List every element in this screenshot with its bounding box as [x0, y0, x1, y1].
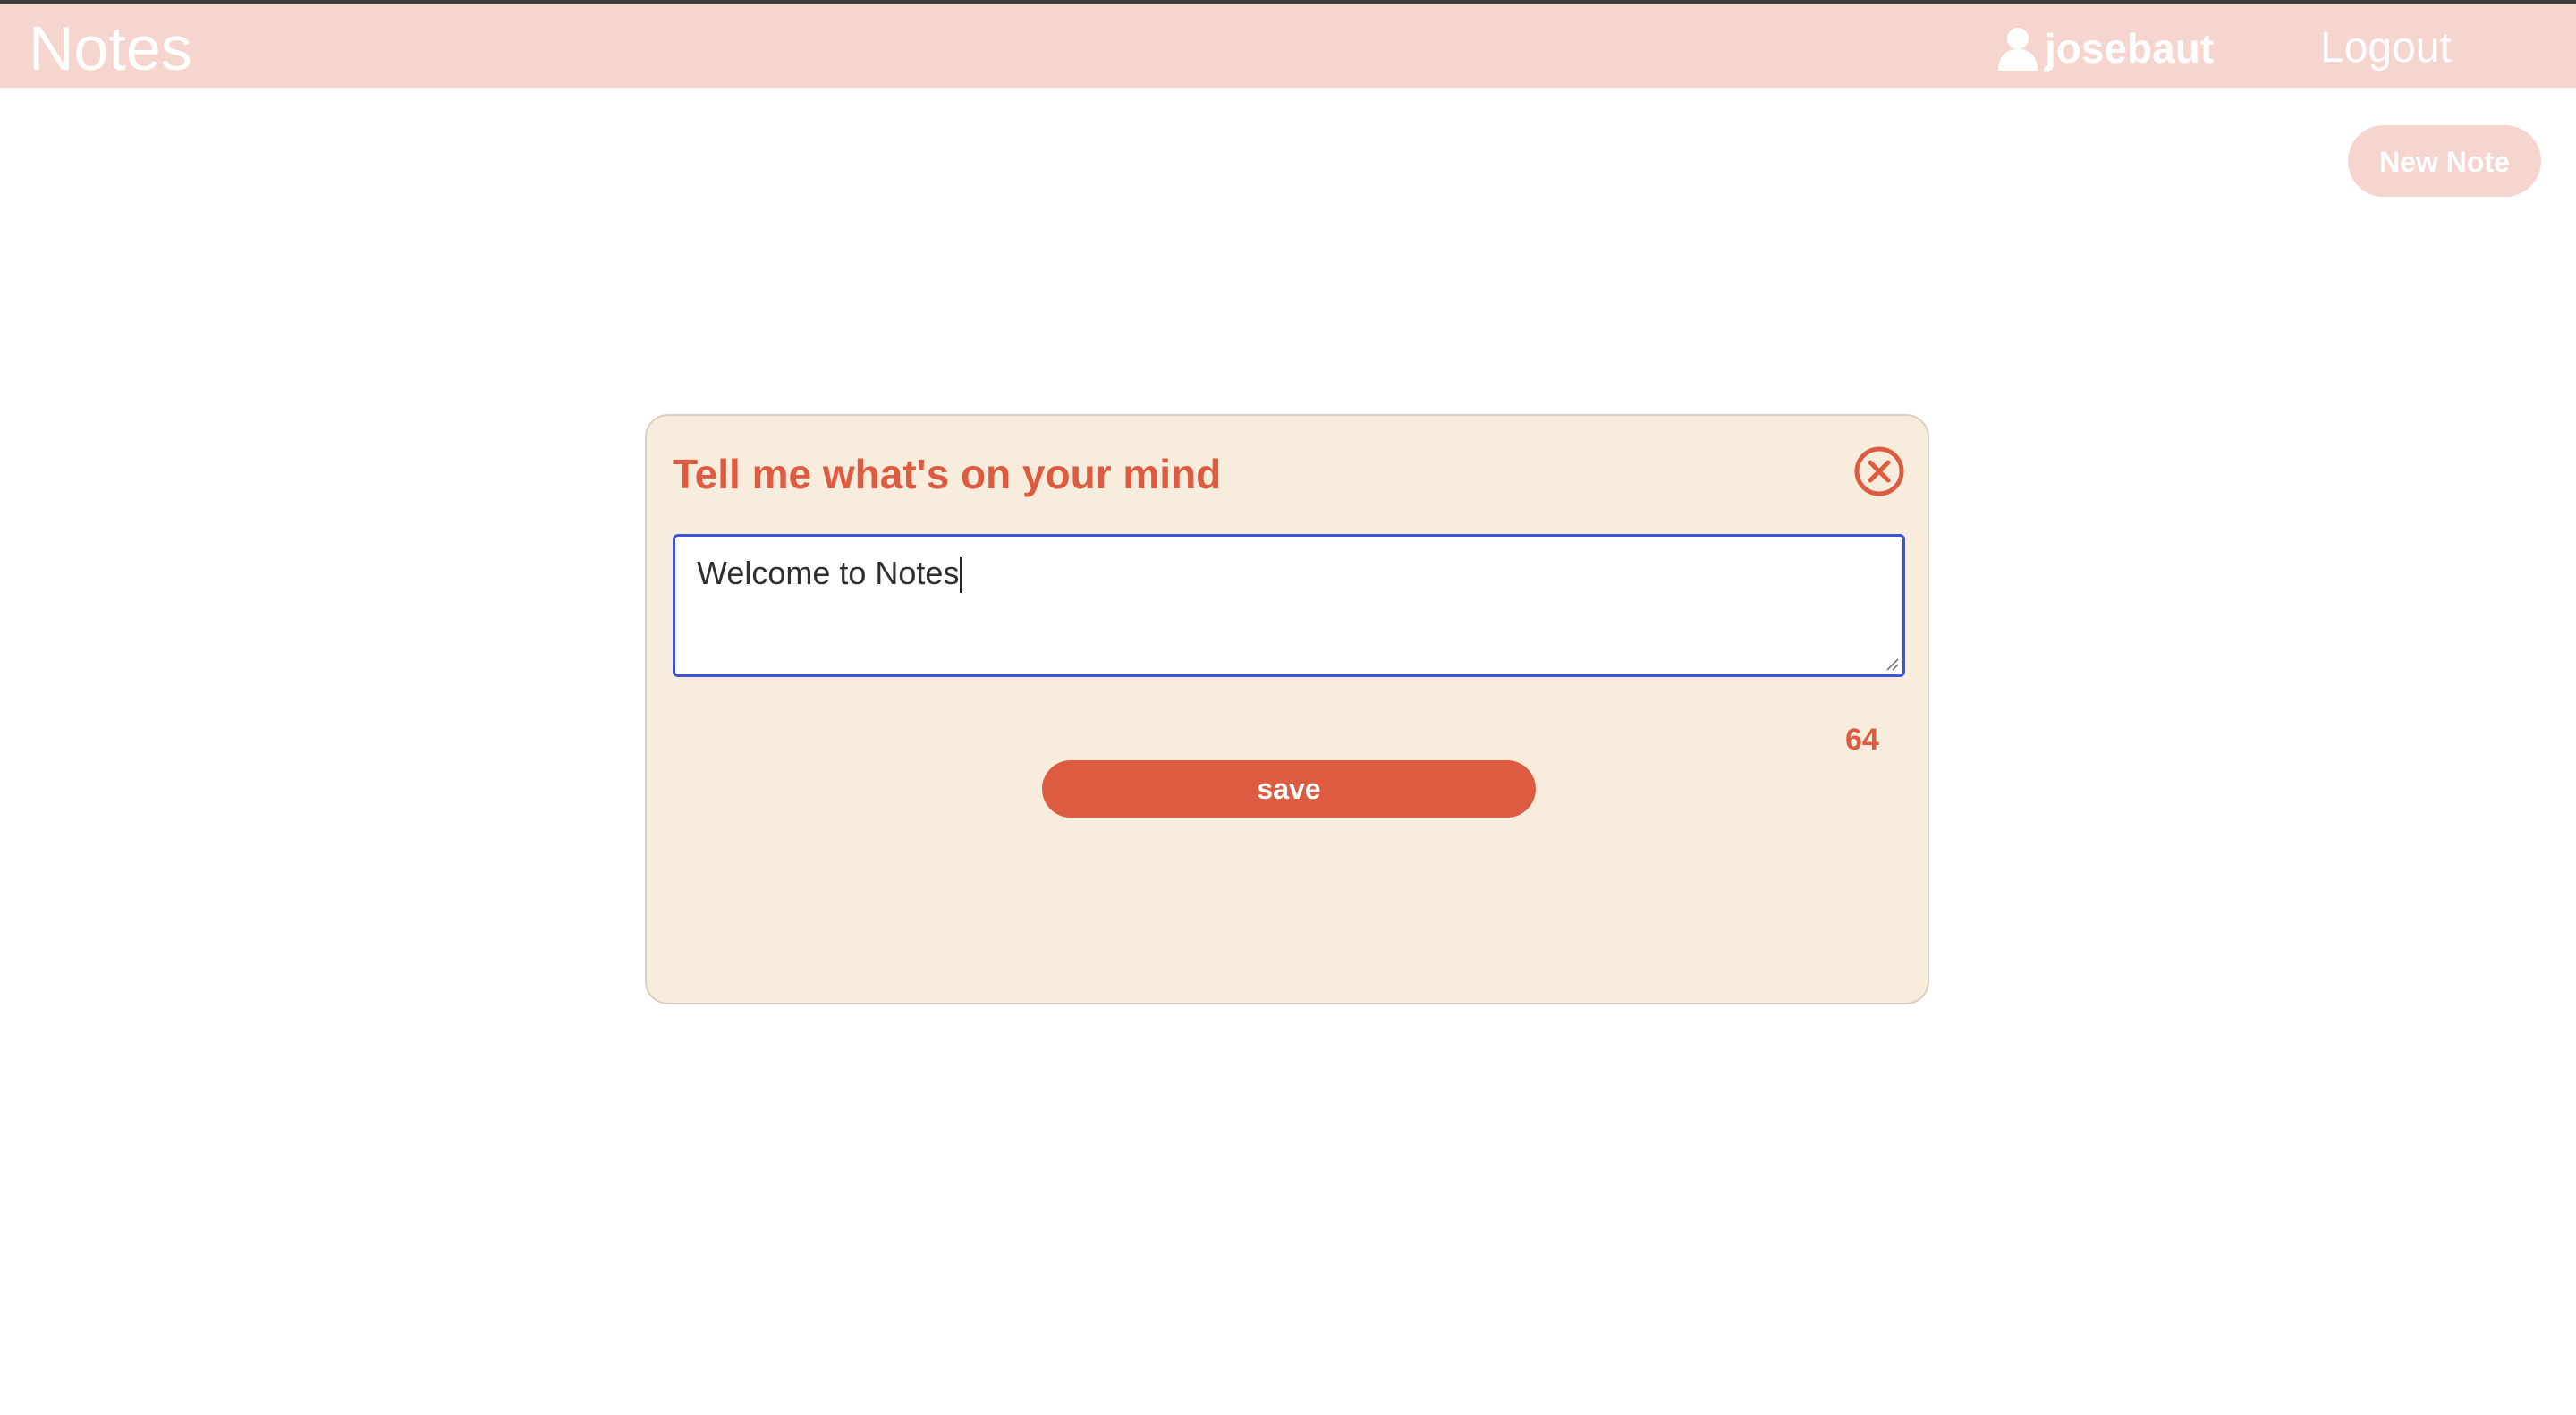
- app-brand[interactable]: Notes: [29, 13, 192, 84]
- logout-link[interactable]: Logout: [2320, 23, 2452, 73]
- user-icon: [1998, 28, 2038, 71]
- navbar: Notes josebaut Logout: [0, 4, 2576, 88]
- note-textarea[interactable]: Welcome to Notes: [673, 534, 1905, 677]
- character-counter: 64: [1845, 723, 1879, 757]
- user-menu[interactable]: josebaut: [1996, 23, 2214, 73]
- modal-title: Tell me what's on your mind: [673, 451, 1222, 497]
- close-icon[interactable]: [1852, 445, 1906, 498]
- text-caret: [960, 557, 962, 594]
- new-note-button[interactable]: New Note: [2348, 125, 2541, 197]
- username-label: josebaut: [2045, 25, 2215, 72]
- save-button[interactable]: save: [1042, 760, 1536, 818]
- note-text: Welcome to Notes: [697, 555, 960, 591]
- resize-handle-icon[interactable]: [1885, 657, 1899, 671]
- note-modal: Tell me what's on your mind Welcome to N…: [645, 414, 1929, 1004]
